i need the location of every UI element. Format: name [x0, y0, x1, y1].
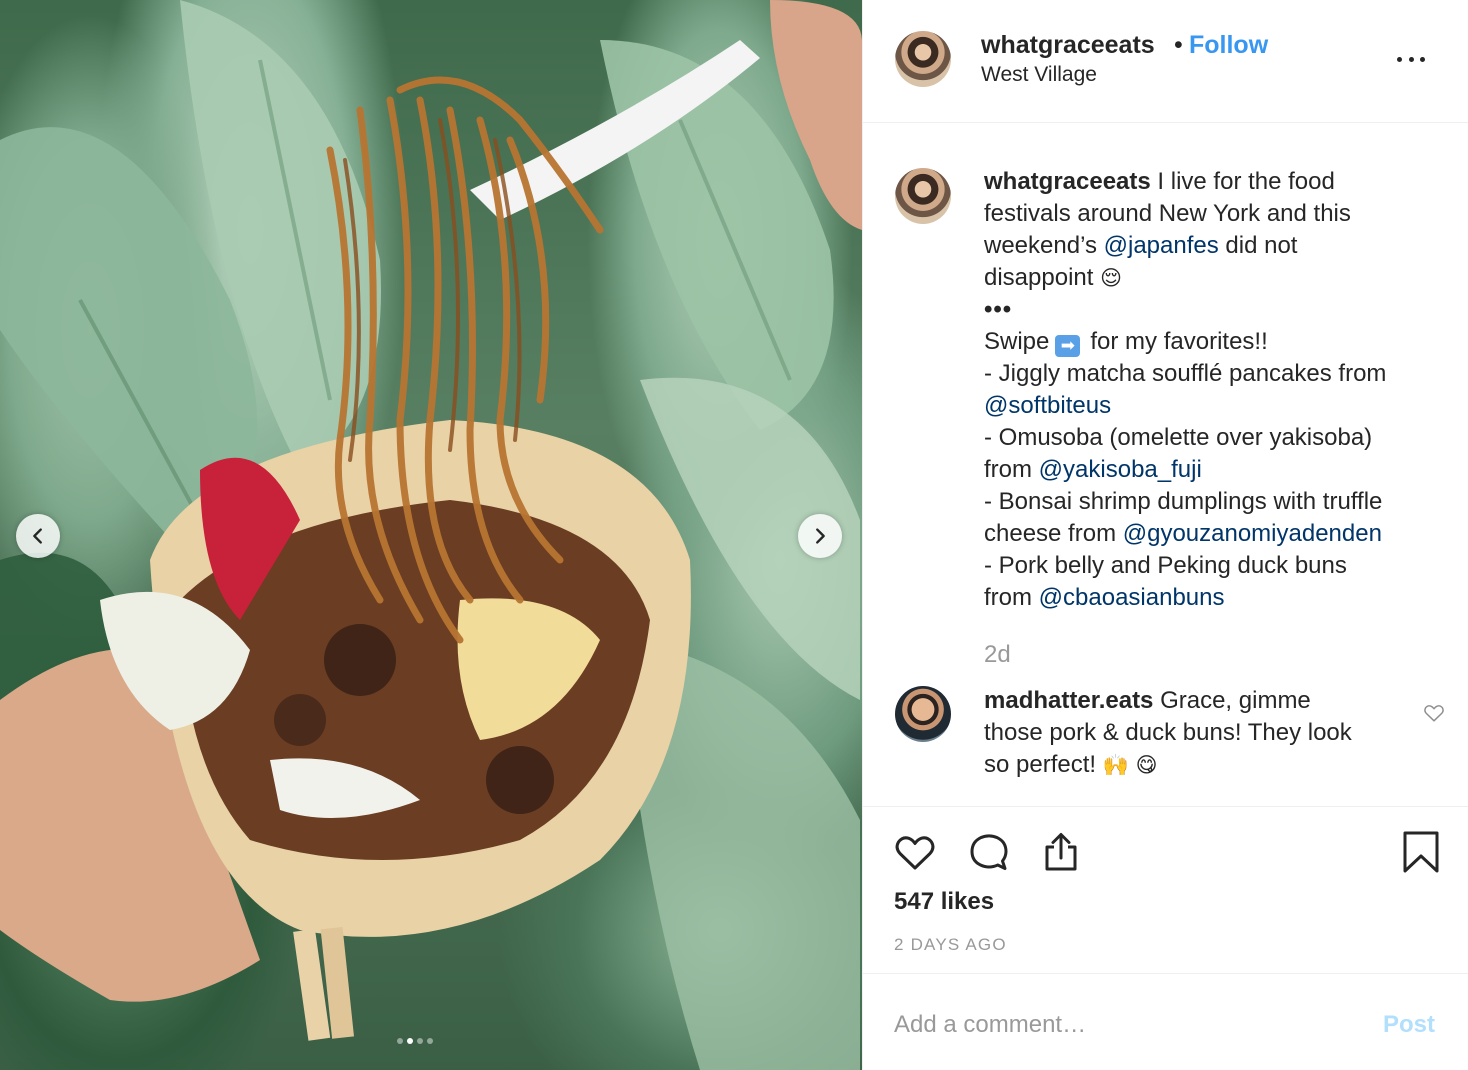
- carousel-dot: [407, 1038, 413, 1044]
- caption-text: - Bonsai shrimp dumplings with truffle: [984, 488, 1383, 515]
- chevron-left-icon: [33, 528, 42, 544]
- caption-text: weekend’s: [984, 232, 1104, 259]
- caption-timestamp[interactable]: 2d: [984, 641, 1011, 669]
- add-comment-bar: Post: [863, 975, 1468, 1070]
- mention-link[interactable]: @japanfes: [1104, 232, 1219, 259]
- comment-item: madhatter.eats Grace, gimme those pork &…: [984, 685, 1414, 781]
- post-comment-button[interactable]: Post: [1383, 1011, 1435, 1039]
- caption-text: - Omusoba (omelette over yakisoba): [984, 424, 1373, 451]
- post-header: whatgraceeats • Follow West Village: [863, 0, 1468, 123]
- comment-text: those pork & duck buns! They look: [984, 719, 1352, 746]
- mention-link[interactable]: @yakisoba_fuji: [1039, 456, 1202, 483]
- follow-button[interactable]: Follow: [1189, 31, 1268, 60]
- relieved-face-emoji: 😌: [1100, 266, 1122, 290]
- caption-text: - Jiggly matcha soufflé pancakes from: [984, 360, 1387, 387]
- carousel-next-button[interactable]: [798, 514, 842, 558]
- post-side-panel: whatgraceeats • Follow West Village what…: [862, 0, 1468, 1070]
- comment-text: Grace, gimme: [1153, 687, 1311, 714]
- photo-noodles-illustration: [0, 0, 862, 1070]
- bookmark-icon[interactable]: [1399, 830, 1443, 874]
- carousel-dot: [417, 1038, 423, 1044]
- caption-text: from: [984, 584, 1039, 611]
- chevron-right-icon: [816, 528, 825, 544]
- mention-link[interactable]: @softbiteus: [984, 392, 1111, 419]
- caption-text: for my favorites!!: [1090, 328, 1268, 355]
- author-avatar[interactable]: [895, 31, 951, 87]
- location-link[interactable]: West Village: [981, 63, 1097, 87]
- yum-face-emoji: 😋: [1135, 753, 1158, 777]
- likes-count[interactable]: 547 likes: [894, 888, 994, 916]
- post-caption: whatgraceeats I live for the food festiv…: [984, 166, 1444, 614]
- carousel-dot: [397, 1038, 403, 1044]
- caption-text: Swipe: [984, 328, 1050, 355]
- comment-like-heart-icon[interactable]: [1423, 702, 1445, 724]
- heart-icon[interactable]: [893, 830, 937, 874]
- commenter-username[interactable]: madhatter.eats: [984, 687, 1153, 714]
- carousel-indicator: [397, 1038, 433, 1044]
- carousel-dot: [427, 1038, 433, 1044]
- post-actions: 547 likes 2 DAYS AGO: [863, 808, 1468, 974]
- mention-link[interactable]: @cbaoasianbuns: [1039, 584, 1225, 611]
- share-upload-icon[interactable]: [1039, 830, 1083, 874]
- caption-text: did not: [1218, 232, 1298, 259]
- post-date[interactable]: 2 DAYS AGO: [894, 935, 1007, 955]
- caption-text: festivals around New York and this: [984, 200, 1351, 227]
- carousel-prev-button[interactable]: [16, 514, 60, 558]
- caption-text: cheese from: [984, 520, 1123, 547]
- mention-link[interactable]: @gyouzanomiyadenden: [1123, 520, 1382, 547]
- caption-avatar[interactable]: [895, 168, 951, 224]
- header-separator: •: [1174, 31, 1183, 59]
- comments-section: whatgraceeats I live for the food festiv…: [863, 124, 1468, 807]
- comment-bubble-icon[interactable]: [967, 830, 1011, 874]
- caption-dots: •••: [984, 296, 1013, 323]
- add-comment-input[interactable]: [894, 1005, 1364, 1045]
- caption-text: disappoint: [984, 264, 1101, 291]
- caption-text: - Pork belly and Peking duck buns: [984, 552, 1347, 579]
- more-options-icon[interactable]: [1397, 52, 1425, 66]
- post-photo[interactable]: [0, 0, 862, 1070]
- caption-text: from: [984, 456, 1039, 483]
- comment-text: so perfect!: [984, 751, 1103, 778]
- right-arrow-emoji: ➡: [1055, 335, 1081, 357]
- caption-text: I live for the food: [1150, 168, 1335, 195]
- raising-hands-emoji: 🙌: [1102, 753, 1129, 777]
- caption-username[interactable]: whatgraceeats: [984, 168, 1151, 195]
- author-username[interactable]: whatgraceeats: [981, 31, 1155, 60]
- commenter-avatar[interactable]: [895, 686, 951, 742]
